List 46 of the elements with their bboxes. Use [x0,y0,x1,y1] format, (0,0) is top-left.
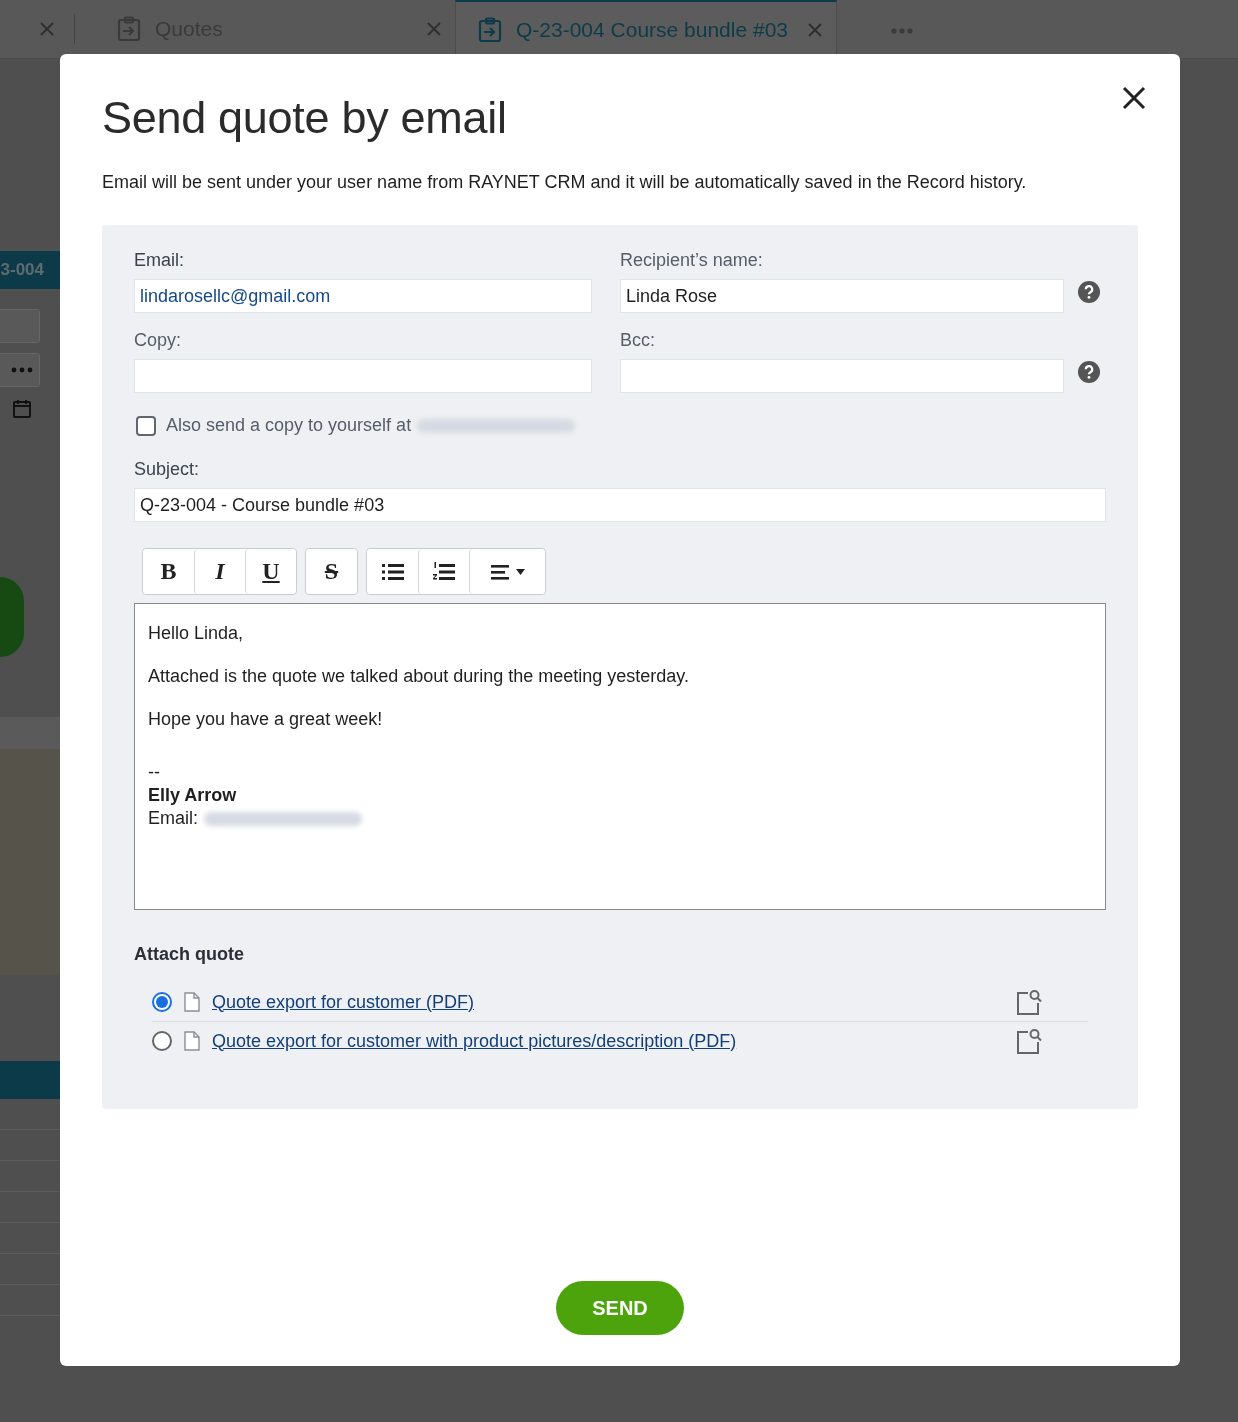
name-field[interactable]: Linda Rose [620,279,1064,313]
underline-button[interactable]: U [245,549,296,594]
document-icon [184,992,200,1012]
close-icon [1122,86,1146,110]
align-dropdown-icon [490,563,525,580]
clipboard-icon [478,17,502,43]
export-link[interactable]: Quote export for customer with product pictures/description (PDF) [212,1030,1004,1052]
field-label: Bcc: [620,329,656,352]
message-paragraph: Hello Linda, [148,622,245,645]
help-icon[interactable] [1078,361,1100,383]
signature-email-label: Email: [148,807,198,830]
document-icon [184,1031,200,1051]
align-button[interactable] [469,549,545,594]
radio-button[interactable] [152,992,172,1012]
more-button[interactable] [0,353,40,387]
bullet-list-icon [381,562,404,581]
field-label: Recipient’s name: [620,249,764,272]
dialog-description: Email will be sent under your user name from RAYNET CRM and it will be automatically saved in the Record history. [102,172,1027,193]
email-field[interactable] [620,359,1064,393]
message-editor[interactable]: Hello Linda, Attached is the quote we talked about during the meeting yesterday. Hope you have a great week! -- Elly Arrow Email: [134,603,1106,910]
message-paragraph: Hope you have a great week! [148,708,384,731]
section-bar [0,717,60,749]
radio-button[interactable] [152,1031,172,1051]
section-title: Attach quote [134,944,245,965]
preview-icon[interactable] [1016,989,1042,1015]
record-code: 3-004 [0,251,60,289]
subject-field[interactable]: Q-23-004 - Course bundle #03 [134,488,1106,522]
numbered-list-icon [433,561,455,582]
signature-separator: -- [148,761,160,784]
field-label: Copy: [134,329,183,352]
field-label: Subject: [134,458,200,481]
message-paragraph: Attached is the quote we talked about during the meeting yesterday. [148,665,690,688]
header-bar [0,1061,60,1099]
dialog-title: Send quote by email [102,92,507,144]
strike-button[interactable]: S [306,549,357,594]
signature-name: Elly Arrow [148,784,238,807]
more-icon [11,367,33,373]
help-icon[interactable] [1078,281,1100,303]
checkbox[interactable] [136,415,156,436]
preview-icon[interactable] [1016,1028,1042,1054]
export-link[interactable]: Quote export for customer (PDF) [212,991,1004,1013]
clipboard-icon [117,16,141,42]
email-field[interactable]: lindarosellc@gmail.com [134,279,592,313]
checkbox-label: Also send a copy to yourself at [166,415,412,436]
email-field[interactable] [134,359,592,393]
field-label: Email: [134,249,185,272]
